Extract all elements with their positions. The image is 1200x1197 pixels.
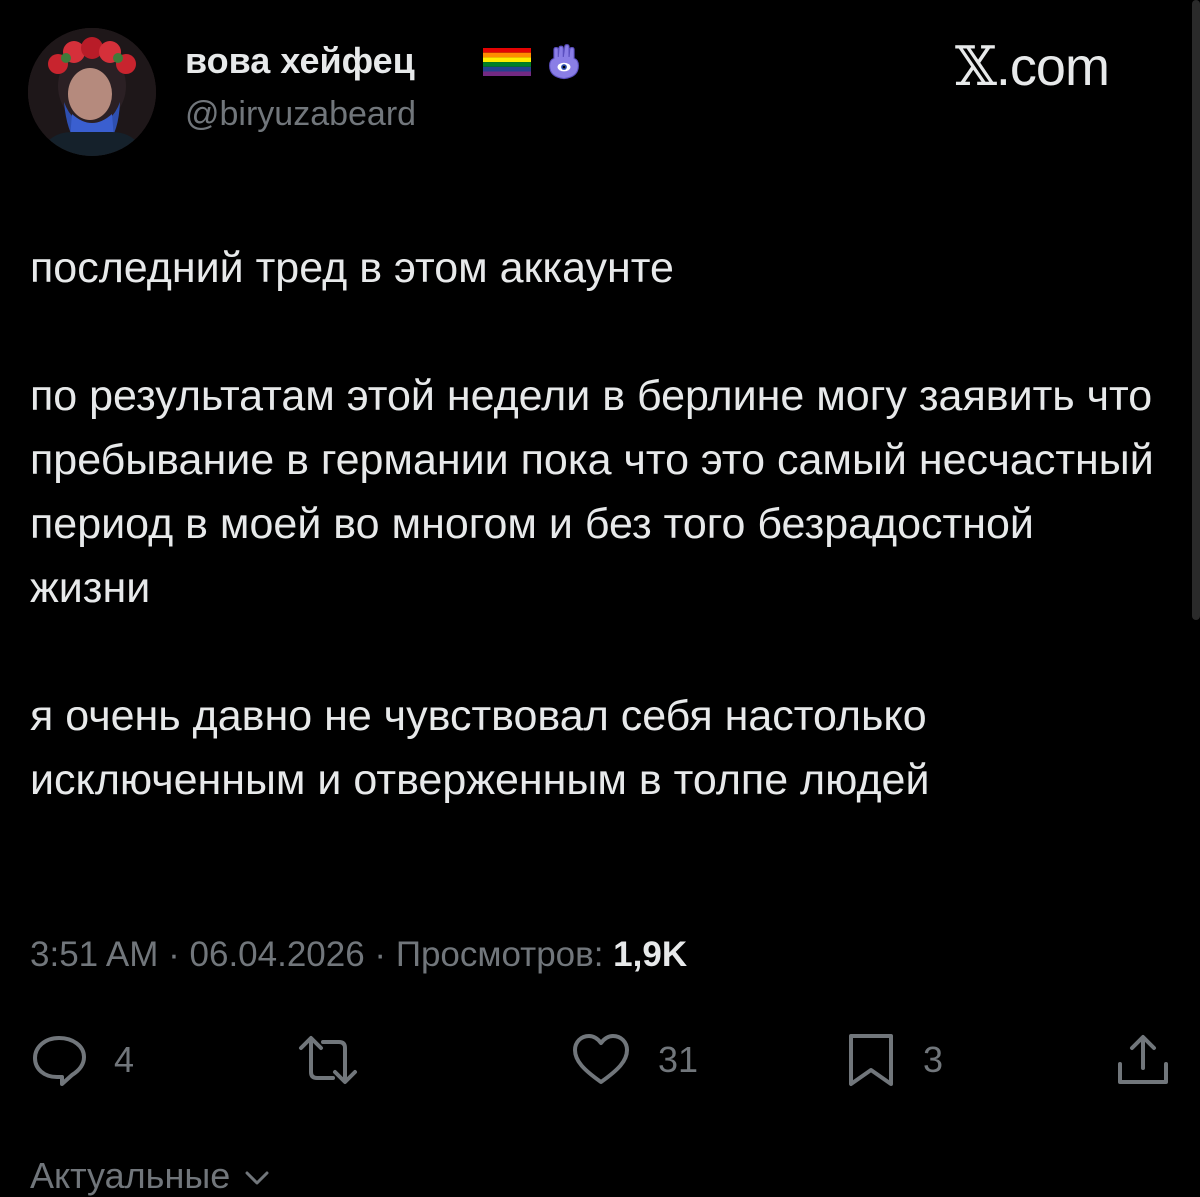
- x-logo-mark: 𝕏: [955, 35, 997, 98]
- tweet-date[interactable]: 06.04.2026: [190, 935, 365, 974]
- views-count: 1,9K: [613, 935, 688, 974]
- x-logo-domain: .com: [995, 37, 1110, 97]
- retweet-icon: [299, 1036, 357, 1084]
- tweet-detail: вова хейфец @biryuzabeard 𝕏.com последни…: [0, 0, 1200, 1196]
- heart-icon: [573, 1034, 629, 1084]
- bookmark-button[interactable]: 3: [845, 1030, 943, 1090]
- tweet-paragraph-3: я очень давно не чувствовал себя настоль…: [30, 692, 930, 804]
- author-handle[interactable]: @biryuzabeard: [185, 95, 416, 134]
- like-count: 31: [658, 1039, 699, 1080]
- reply-icon: [33, 1036, 86, 1086]
- tweet-text: последний тред в этом аккаунте по резуль…: [30, 236, 1160, 812]
- bookmark-icon: [849, 1034, 893, 1086]
- tweet-meta: 3:51 AM · 06.04.2026 · Просмотров: 1,9K: [30, 935, 687, 975]
- hamsa-icon: [549, 44, 579, 80]
- views-label: Просмотров:: [395, 935, 614, 974]
- tweet-paragraph-2: по результатам этой недели в берлине мог…: [30, 372, 1154, 612]
- share-button[interactable]: [1114, 1030, 1172, 1090]
- tweet-paragraph-1: последний тред в этом аккаунте: [30, 244, 674, 292]
- reply-count: 4: [114, 1039, 135, 1080]
- author-display-name[interactable]: вова хейфец: [185, 40, 415, 82]
- avatar-photo: [28, 28, 156, 156]
- like-button[interactable]: 31: [570, 1030, 698, 1090]
- meta-separator: ·: [364, 935, 396, 974]
- chevron-down-icon: [245, 1171, 269, 1185]
- tweet-time[interactable]: 3:51 AM: [30, 935, 158, 974]
- avatar[interactable]: [28, 28, 156, 156]
- bookmark-count: 3: [923, 1039, 944, 1080]
- x-com-logo: 𝕏.com: [955, 35, 1110, 98]
- replies-sort-dropdown[interactable]: Актуальные: [30, 1155, 270, 1197]
- meta-separator: ·: [158, 935, 190, 974]
- sort-label: Актуальные: [30, 1155, 231, 1196]
- scrollbar[interactable]: [1192, 0, 1200, 620]
- action-bar: 4 31 3: [0, 1030, 1200, 1090]
- reply-button[interactable]: 4: [30, 1030, 134, 1090]
- share-icon: [1118, 1035, 1168, 1084]
- rainbow-flag-icon: [483, 48, 531, 76]
- retweet-button[interactable]: [295, 1030, 387, 1090]
